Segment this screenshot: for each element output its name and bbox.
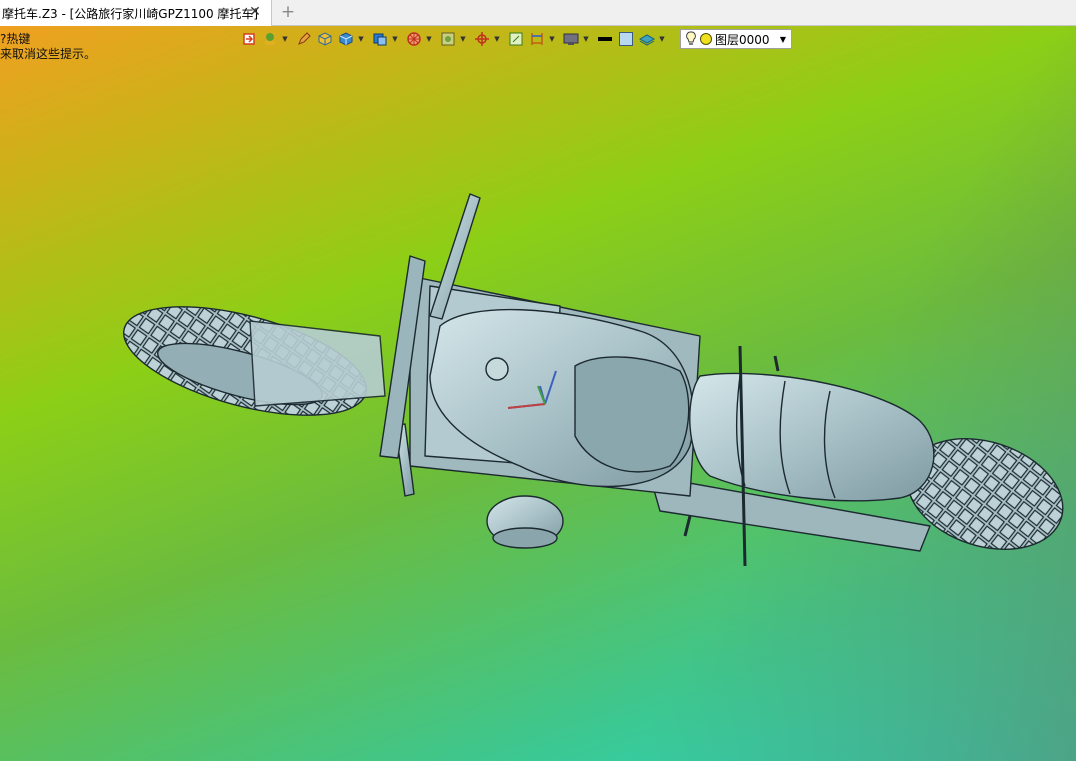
lightbulb-icon[interactable] <box>685 31 697 47</box>
fit-view-icon[interactable] <box>507 30 525 48</box>
fill-color-icon[interactable] <box>617 30 635 48</box>
tab-bar: 摩托车.Z3 - [公路旅行家川崎GPZ1100 摩托车] ✕ + <box>0 0 1076 26</box>
chevron-down-icon[interactable]: ▼ <box>426 35 432 43</box>
layer-selector[interactable]: 图层0000 ▼ <box>680 29 792 49</box>
pencil-icon[interactable] <box>295 30 313 48</box>
chevron-down-icon[interactable]: ▼ <box>549 35 555 43</box>
motorcycle-3d-model[interactable] <box>0 26 1076 761</box>
front-fork <box>249 320 386 407</box>
chevron-down-icon[interactable]: ▼ <box>460 35 466 43</box>
hint-line-1: ?热键 <box>0 32 31 46</box>
3d-viewport[interactable]: ?热键 来取消这些提示。 ▼ ▼ ▼ ▼ ▼ ▼ ▼ ▼ ▼ 图层0000 ▼ <box>0 26 1076 761</box>
line-color-icon[interactable] <box>596 30 614 48</box>
display-mode-icon[interactable] <box>261 30 279 48</box>
orient-wheel-icon[interactable] <box>405 30 423 48</box>
layers-stack-icon[interactable] <box>638 30 656 48</box>
chevron-down-icon[interactable]: ▼ <box>392 35 398 43</box>
layer-color-dot-icon <box>700 33 712 45</box>
snap-target-icon[interactable] <box>473 30 491 48</box>
add-tab-icon[interactable]: + <box>280 3 296 21</box>
chevron-down-icon[interactable]: ▼ <box>494 35 500 43</box>
solid-cube-icon[interactable] <box>337 30 355 48</box>
layer-name: 图层0000 <box>715 32 770 47</box>
document-tab-title: 摩托车.Z3 - [公路旅行家川崎GPZ1100 摩托车] <box>2 6 259 21</box>
hint-text: ?热键 来取消这些提示。 <box>0 32 96 62</box>
hint-line-2: 来取消这些提示。 <box>0 47 97 61</box>
filter-icon[interactable] <box>439 30 457 48</box>
chevron-down-icon[interactable]: ▼ <box>358 35 364 43</box>
close-icon[interactable]: ✕ <box>247 4 263 20</box>
monitor-icon[interactable] <box>562 30 580 48</box>
seat <box>689 372 935 502</box>
chevron-down-icon[interactable]: ▼ <box>282 35 288 43</box>
exit-sketch-icon[interactable] <box>240 30 258 48</box>
shaded-cube-icon[interactable] <box>316 30 334 48</box>
view-toolbar: ▼ ▼ ▼ ▼ ▼ ▼ ▼ ▼ ▼ 图层0000 ▼ <box>240 28 792 50</box>
view-cube-icon[interactable] <box>371 30 389 48</box>
chevron-down-icon[interactable]: ▼ <box>780 35 786 44</box>
dimension-icon[interactable] <box>528 30 546 48</box>
document-tab[interactable]: 摩托车.Z3 - [公路旅行家川崎GPZ1100 摩托车] ✕ <box>0 0 272 26</box>
chevron-down-icon[interactable]: ▼ <box>659 35 665 43</box>
chevron-down-icon[interactable]: ▼ <box>583 35 589 43</box>
